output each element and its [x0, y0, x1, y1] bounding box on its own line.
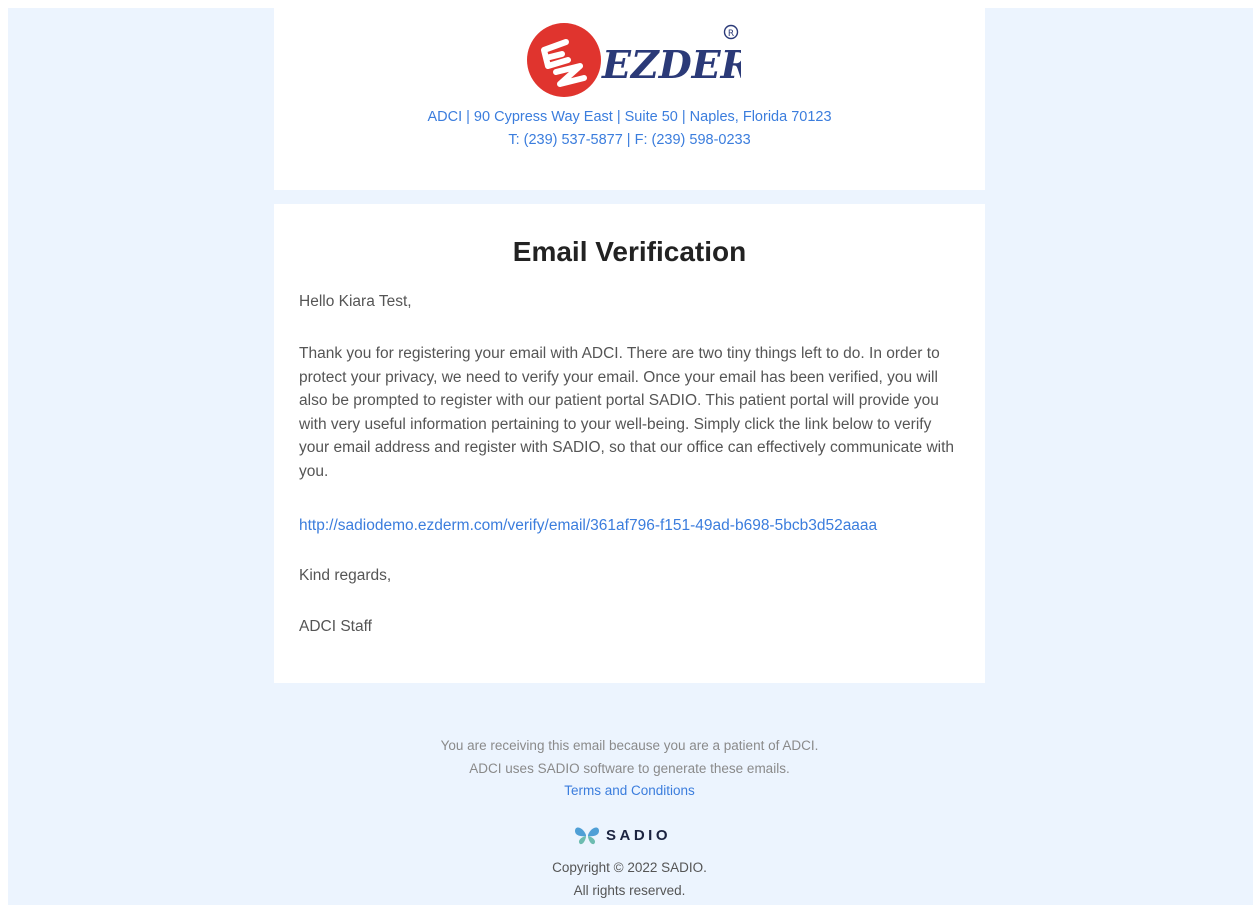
message-card: Email Verification Hello Kiara Test, Tha… — [274, 204, 985, 683]
address-line: ADCI | 90 Cypress Way East | Suite 50 | … — [427, 109, 832, 125]
header-card: EZDERM R ADCI | 90 Cypress Way East | Su… — [274, 8, 985, 190]
footer: You are receiving this email because you… — [274, 735, 985, 803]
greeting-text: Hello Kiara Test, — [299, 293, 412, 310]
terms-link[interactable]: Terms and Conditions — [564, 783, 695, 798]
email-title: Email Verification — [512, 236, 747, 267]
closing-text: Kind regards, — [299, 567, 392, 584]
ezderm-logo: EZDERM R — [527, 23, 741, 97]
sadio-logo: SADIO — [574, 823, 671, 847]
sadio-wordmark: SADIO — [606, 826, 672, 844]
logo-wordmark: EZDERM — [601, 42, 741, 87]
verify-email-link[interactable]: http://sadiodemo.ezderm.com/verify/email… — [299, 514, 877, 537]
email-background: EZDERM R ADCI | 90 Cypress Way East | Su… — [8, 8, 1253, 905]
footer-notice: You are receiving this email because you… — [440, 738, 819, 753]
phone-fax-line: T: (239) 537-5877 | F: (239) 598-0233 — [508, 132, 751, 148]
footer-software-note: ADCI uses SADIO software to generate the… — [469, 760, 790, 776]
svg-text:R: R — [728, 29, 734, 39]
body-paragraph: Thank you for registering your email wit… — [299, 345, 955, 480]
clinic-address: ADCI | 90 Cypress Way East | Suite 50 | … — [274, 106, 985, 152]
signature-text: ADCI Staff — [299, 618, 372, 635]
rights-line: All rights reserved. — [573, 882, 686, 898]
butterfly-icon — [575, 827, 599, 845]
copyright-line: Copyright © 2022 SADIO. — [552, 860, 707, 875]
copyright: Copyright © 2022 SADIO. All rights reser… — [274, 857, 985, 902]
